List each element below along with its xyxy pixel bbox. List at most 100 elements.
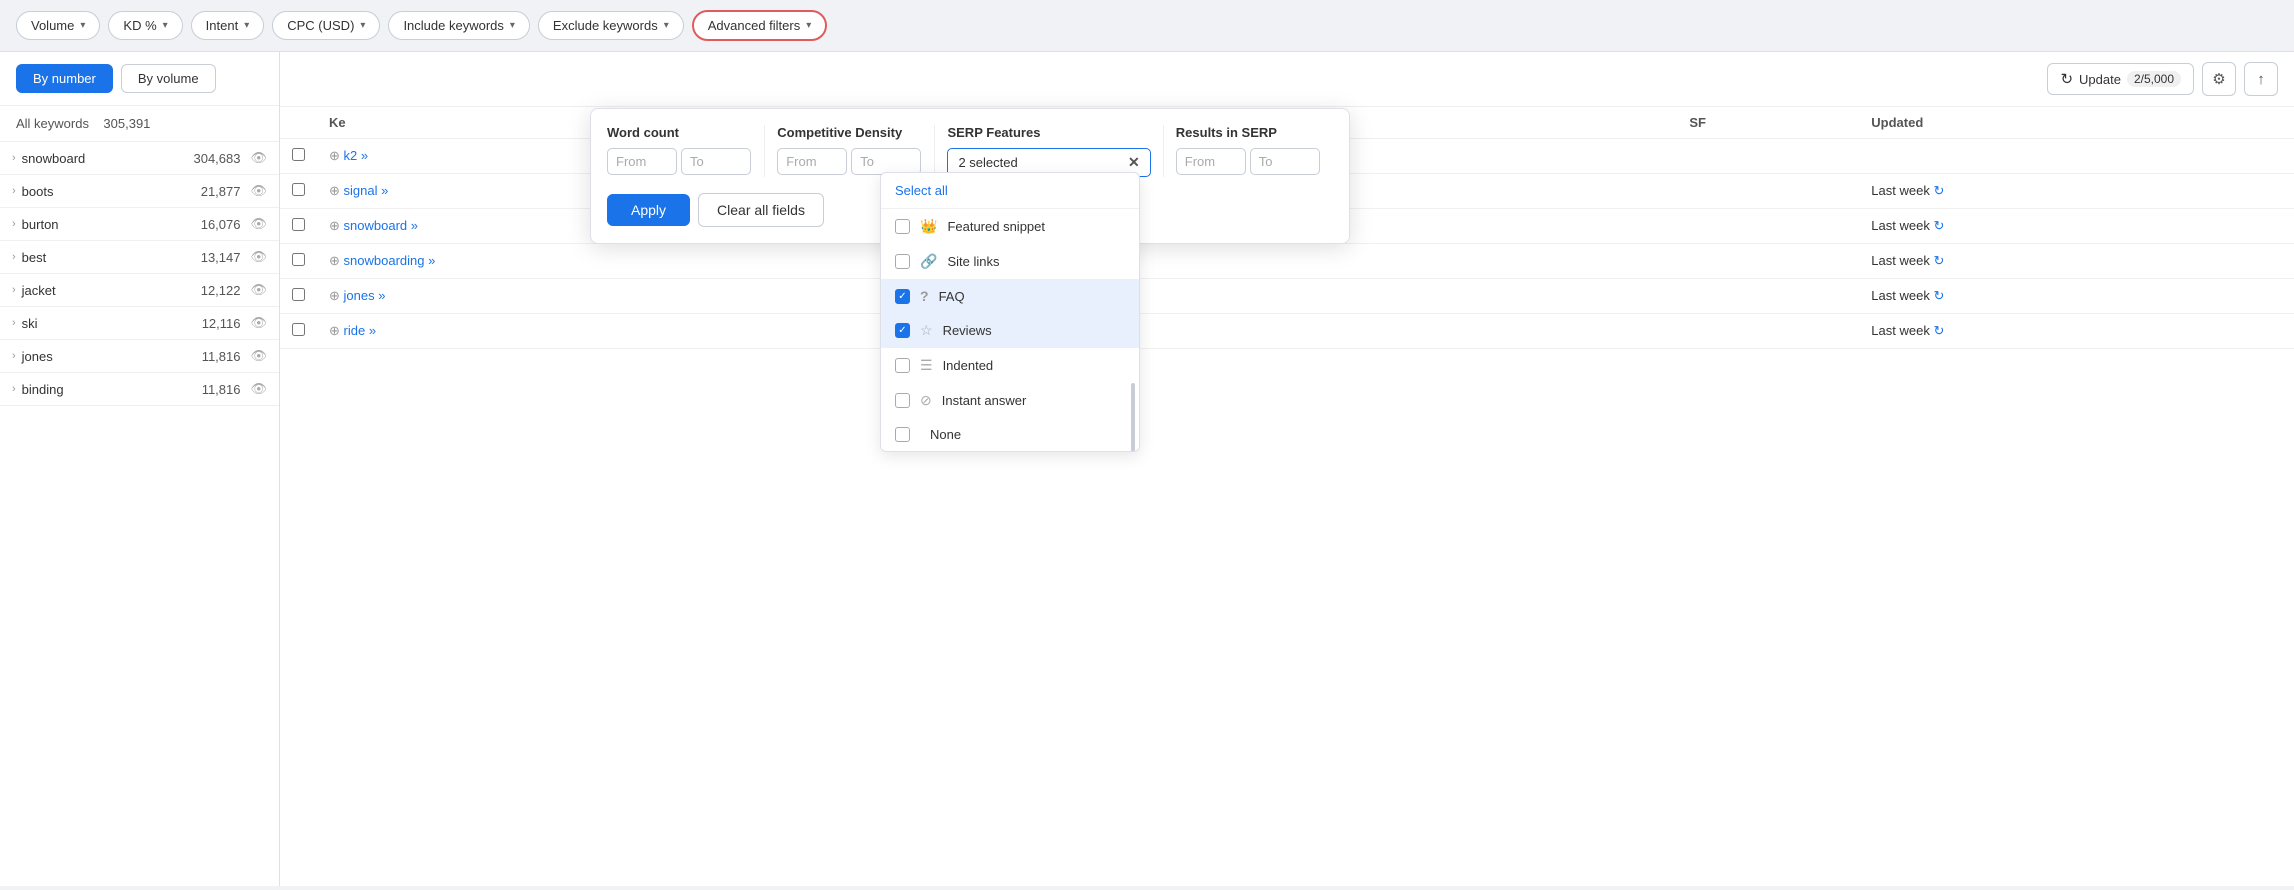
list-item[interactable]: › burton 16,076 👁 [0, 208, 279, 241]
kd-label: KD % [123, 18, 156, 33]
serp-item-indented[interactable]: ☰ Indented [881, 348, 1139, 383]
list-item[interactable]: › ski 12,116 👁 [0, 307, 279, 340]
serp-checkbox-instant[interactable] [895, 393, 910, 408]
results-serp-to[interactable] [1250, 148, 1320, 175]
expand-icon: › [12, 152, 16, 164]
serp-item-none[interactable]: None [881, 418, 1139, 451]
list-item[interactable]: › jones 11,816 👁 [0, 340, 279, 373]
serp-checkbox-sitelinks[interactable] [895, 254, 910, 269]
results-serp-title: Results in SERP [1176, 125, 1321, 140]
add-icon: ⊕ [329, 253, 340, 268]
keyword-link[interactable]: snowboarding [344, 253, 425, 268]
word-count-section: Word count [607, 125, 765, 177]
comp-density-from[interactable] [777, 148, 847, 175]
word-count-to[interactable] [681, 148, 751, 175]
serp-checkbox-featured[interactable] [895, 219, 910, 234]
settings-button[interactable]: ⚙ [2202, 62, 2236, 96]
row-checkbox[interactable] [280, 139, 317, 174]
refresh-icon: ↻ [1933, 218, 1944, 233]
serp-label-sitelinks: Site links [947, 254, 999, 269]
tab-by-volume[interactable]: By volume [121, 64, 216, 93]
clear-all-button[interactable]: Clear all fields [698, 193, 824, 227]
expand-icon: › [12, 284, 16, 296]
keyword-link[interactable]: snowboard [344, 218, 408, 233]
expand-icon: › [12, 350, 16, 362]
list-item[interactable]: › snowboard 304,683 👁 [0, 142, 279, 175]
checkbox-input[interactable] [292, 148, 305, 161]
apply-button[interactable]: Apply [607, 194, 690, 226]
advanced-filter-btn[interactable]: Advanced filters ▾ [692, 10, 828, 41]
checkbox-input[interactable] [292, 183, 305, 196]
comp-density-to[interactable] [851, 148, 921, 175]
volume-filter-btn[interactable]: Volume ▾ [16, 11, 100, 40]
serp-clear-icon[interactable]: ✕ [1128, 154, 1140, 171]
add-icon: ⊕ [329, 148, 340, 163]
content-header: ↻ Update 2/5,000 ⚙ ↑ [280, 52, 2294, 107]
exclude-filter-btn[interactable]: Exclude keywords ▾ [538, 11, 684, 40]
sidebar-list: › snowboard 304,683 👁 › boots 21,877 👁 ›… [0, 142, 279, 406]
eye-icon: 👁 [250, 282, 267, 298]
serp-checkbox-none[interactable] [895, 427, 910, 442]
row-checkbox[interactable] [280, 244, 317, 279]
row-checkbox[interactable] [280, 279, 317, 314]
add-icon: ⊕ [329, 218, 340, 233]
indented-icon: ☰ [920, 357, 933, 374]
list-item[interactable]: › binding 11,816 👁 [0, 373, 279, 406]
add-icon: ⊕ [329, 183, 340, 198]
update-button[interactable]: ↻ Update 2/5,000 [2047, 63, 2194, 95]
row-updated: Last week ↻ [1859, 279, 2294, 314]
add-icon: ⊕ [329, 288, 340, 303]
serp-label-indented: Indented [943, 358, 994, 373]
keyword-link[interactable]: jones [344, 288, 375, 303]
serp-item-sitelinks[interactable]: 🔗 Site links [881, 244, 1139, 279]
arrow-icon: » [378, 288, 385, 303]
row-keyword: ⊕ ride » [317, 314, 901, 349]
list-item[interactable]: › boots 21,877 👁 [0, 175, 279, 208]
include-filter-btn[interactable]: Include keywords ▾ [388, 11, 529, 40]
table-row: ⊕ snowboarding » 49 0.57 ⊡ 5 Last week ↻ [280, 244, 2294, 279]
arrow-icon: » [361, 148, 368, 163]
keyword-link[interactable]: k2 [344, 148, 358, 163]
serp-checkbox-reviews[interactable] [895, 323, 910, 338]
sidebar-stats: All keywords 305,391 [0, 106, 279, 142]
comp-density-section: Competitive Density [765, 125, 935, 177]
row-keyword: ⊕ jones » [317, 279, 901, 314]
export-icon: ↑ [2257, 71, 2265, 88]
refresh-icon: ↻ [1933, 253, 1944, 268]
serp-item-reviews[interactable]: ☆ Reviews [881, 313, 1139, 348]
refresh-icon: ↻ [1933, 288, 1944, 303]
site-links-icon: 🔗 [920, 253, 937, 270]
keyword-link[interactable]: signal [344, 183, 378, 198]
kd-filter-btn[interactable]: KD % ▾ [108, 11, 182, 40]
keyword-link[interactable]: ride [344, 323, 366, 338]
serp-select-all[interactable]: Select all [881, 173, 1139, 209]
checkbox-input[interactable] [292, 253, 305, 266]
list-item[interactable]: › jacket 12,122 👁 [0, 274, 279, 307]
filter-bar: Volume ▾ KD % ▾ Intent ▾ CPC (USD) ▾ Inc… [0, 0, 2294, 52]
cpc-filter-btn[interactable]: CPC (USD) ▾ [272, 11, 380, 40]
checkbox-input[interactable] [292, 323, 305, 336]
list-item[interactable]: › best 13,147 👁 [0, 241, 279, 274]
serp-features-section: SERP Features 2 selected ✕ [935, 125, 1163, 177]
tab-by-number[interactable]: By number [16, 64, 113, 93]
serp-item-featured[interactable]: 👑 Featured snippet [881, 209, 1139, 244]
export-button[interactable]: ↑ [2244, 62, 2278, 96]
volume-label: Volume [31, 18, 74, 33]
add-icon: ⊕ [329, 323, 340, 338]
serp-item-faq[interactable]: ? FAQ [881, 279, 1139, 313]
row-updated: Last week ↻ [1859, 209, 2294, 244]
checkbox-input[interactable] [292, 288, 305, 301]
row-checkbox[interactable] [280, 174, 317, 209]
refresh-icon: ↻ [2060, 70, 2073, 88]
advanced-label: Advanced filters [708, 18, 801, 33]
row-checkbox[interactable] [280, 314, 317, 349]
row-checkbox[interactable] [280, 209, 317, 244]
word-count-range [607, 148, 752, 175]
results-serp-from[interactable] [1176, 148, 1246, 175]
checkbox-input[interactable] [292, 218, 305, 231]
intent-filter-btn[interactable]: Intent ▾ [191, 11, 265, 40]
serp-checkbox-faq[interactable] [895, 289, 910, 304]
word-count-from[interactable] [607, 148, 677, 175]
serp-checkbox-indented[interactable] [895, 358, 910, 373]
serp-item-instant[interactable]: ⊘ Instant answer [881, 383, 1139, 418]
